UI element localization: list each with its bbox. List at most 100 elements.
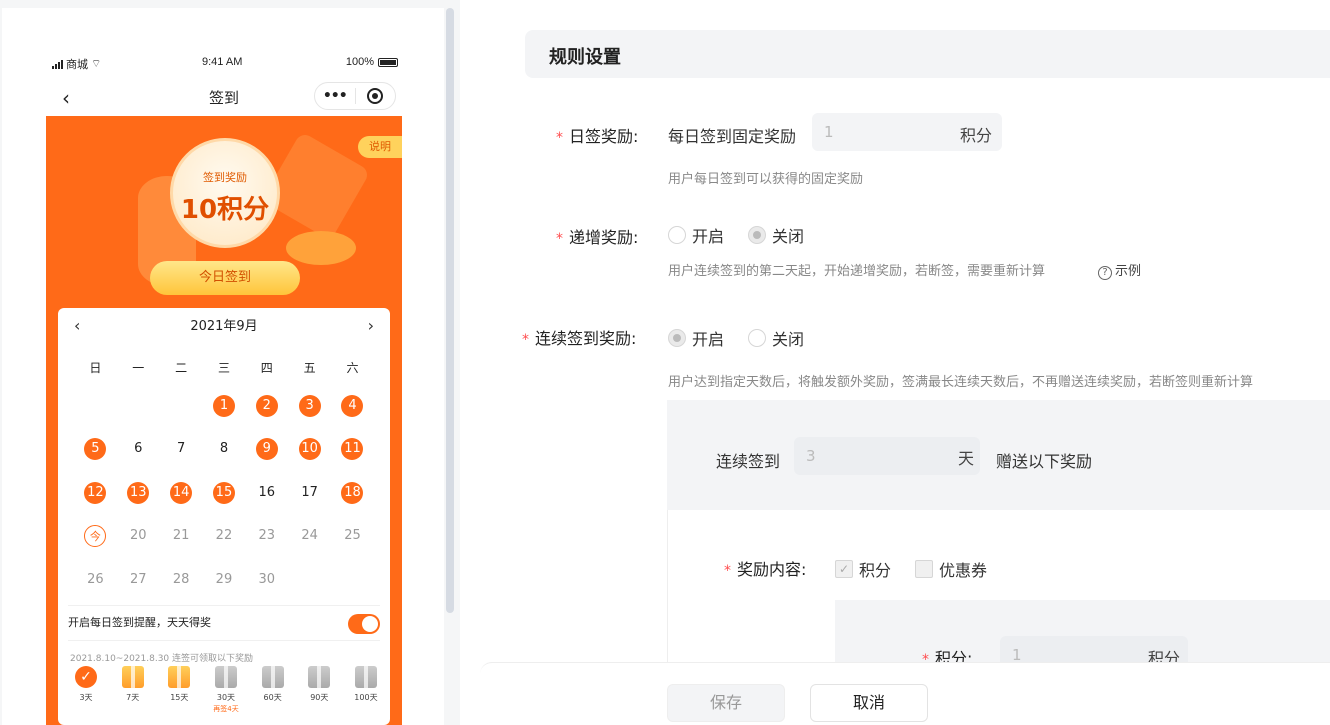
- reminder-toggle[interactable]: [348, 614, 380, 634]
- calendar-day[interactable]: 14: [160, 481, 203, 504]
- wifi-icon: ⌔: [91, 58, 102, 70]
- calendar-day[interactable]: 12: [74, 481, 117, 504]
- day-number: 28: [172, 571, 190, 587]
- streak-days-input[interactable]: 3: [794, 437, 980, 475]
- checkbox-label: 积分: [859, 561, 892, 580]
- reward-value: 10积分: [180, 195, 270, 225]
- streak-gift: 15天: [161, 666, 197, 703]
- calendar-day[interactable]: 7: [160, 438, 203, 460]
- calendar-day[interactable]: 26: [74, 569, 117, 591]
- next-month-icon[interactable]: ›: [368, 316, 374, 335]
- streak-gift: 60天: [255, 666, 291, 703]
- reward-label: 签到奖励: [203, 171, 247, 184]
- example-link-text: 示例: [1115, 264, 1142, 279]
- close-mini-program-button[interactable]: [355, 88, 395, 104]
- calendar-day[interactable]: 18: [331, 481, 374, 504]
- gift-remaining-hint: 再签4天: [213, 705, 239, 713]
- calendar-day[interactable]: 25: [331, 525, 374, 547]
- daily-reward-label: * 日签奖励:: [556, 123, 638, 147]
- calendar-day[interactable]: 6: [117, 438, 160, 460]
- example-link[interactable]: ? 示例: [1098, 260, 1141, 280]
- calendar-week-row: 5 6 7 8 9 10 11: [74, 428, 374, 472]
- calendar-day[interactable]: 4: [331, 394, 374, 417]
- calendar-day[interactable]: 20: [117, 525, 160, 547]
- points-checkbox[interactable]: ✓ 积分: [835, 557, 891, 581]
- gift-icon: [261, 666, 284, 688]
- consecutive-reward-label-text: 连续签到奖励:: [535, 329, 637, 348]
- weekday-label: 一: [132, 361, 145, 375]
- more-icon[interactable]: •••: [315, 88, 355, 104]
- day-number: 27: [129, 571, 147, 587]
- day-number: [341, 569, 363, 591]
- weekday-label: 六: [346, 361, 359, 375]
- calendar-empty-cell: [74, 395, 117, 417]
- incremental-off-radio[interactable]: 关闭: [748, 223, 804, 247]
- streak-gift: ✓ 3天: [68, 666, 104, 703]
- rules-explain-button[interactable]: 说明: [358, 136, 402, 158]
- cancel-button[interactable]: 取消: [810, 684, 928, 722]
- preview-scrollbar[interactable]: [446, 8, 454, 613]
- radio-circle: [668, 226, 686, 244]
- calendar-day[interactable]: 2: [245, 394, 288, 417]
- radio-circle: [748, 329, 766, 347]
- gift-days-label: 3天: [79, 693, 93, 702]
- calendar-day[interactable]: 23: [245, 525, 288, 547]
- day-number: 24: [301, 528, 318, 544]
- sign-in-today-button[interactable]: 今日签到: [150, 261, 300, 295]
- day-number: 1: [212, 394, 235, 417]
- calendar-day[interactable]: 1: [203, 394, 246, 417]
- gift-icon: [354, 666, 377, 688]
- calendar-day[interactable]: 27: [117, 569, 160, 591]
- streak-period-text: 2021.8.10~2021.8.30 连签可领取以下奖励: [70, 654, 254, 664]
- calendar-day[interactable]: 9: [245, 438, 288, 461]
- coin-decoration: [286, 231, 356, 265]
- calendar-day[interactable]: 28: [160, 569, 203, 591]
- mini-program-capsule: •••: [314, 82, 396, 110]
- consecutive-off-radio[interactable]: 关闭: [748, 326, 804, 350]
- checkin-banner: 说明 签到奖励 10积分 今日签到 ‹ 2021年9月 › 日 一 二 三 四 …: [46, 116, 402, 725]
- calendar-day[interactable]: 11: [331, 438, 374, 461]
- daily-reward-prefix: 每日签到固定奖励: [668, 127, 797, 146]
- consecutive-reward-label: * 连续签到奖励:: [522, 325, 636, 349]
- day-number: 20: [129, 528, 147, 544]
- gift-days-label: 90天: [310, 693, 329, 702]
- prev-month-icon[interactable]: ‹: [74, 316, 80, 335]
- day-number: 25: [344, 528, 361, 544]
- day-number: 11: [341, 438, 364, 461]
- calendar-day[interactable]: 5: [74, 438, 117, 461]
- check-icon: ✓: [835, 560, 853, 578]
- calendar-day[interactable]: 16: [245, 482, 288, 504]
- day-number: [170, 395, 192, 417]
- day-number: 7: [176, 441, 186, 457]
- calendar-empty-cell: [160, 395, 203, 417]
- day-number: 4: [341, 394, 364, 417]
- save-button[interactable]: 保存: [667, 684, 785, 722]
- day-number: 9: [255, 438, 278, 461]
- streak-gift: 100天: [348, 666, 384, 703]
- streak-days-value: 3: [806, 447, 816, 465]
- calendar-day[interactable]: 8: [203, 438, 246, 460]
- calendar-week-row: 12 13 14 15 16 17 18: [74, 471, 374, 515]
- daily-reward-hint: 用户每日签到可以获得的固定奖励: [668, 172, 864, 187]
- calendar-day[interactable]: 15: [203, 481, 246, 504]
- incremental-on-radio[interactable]: 开启: [668, 223, 724, 247]
- calendar-day[interactable]: 3: [288, 394, 331, 417]
- radio-circle: [748, 226, 766, 244]
- calendar-day[interactable]: 22: [203, 525, 246, 547]
- calendar-day[interactable]: 21: [160, 525, 203, 547]
- calendar-today[interactable]: 今: [74, 525, 117, 548]
- calendar-day[interactable]: 24: [288, 525, 331, 547]
- consecutive-on-radio[interactable]: 开启: [668, 326, 724, 350]
- calendar-day[interactable]: 10: [288, 438, 331, 461]
- gift-days-label: 30天: [216, 693, 236, 702]
- calendar-day[interactable]: 30: [245, 569, 288, 591]
- checkbox-box: [915, 560, 933, 578]
- gift-icon: [214, 666, 237, 688]
- calendar-day[interactable]: 13: [117, 481, 160, 504]
- calendar-day[interactable]: 17: [288, 482, 331, 504]
- section-title: 规则设置: [549, 47, 621, 68]
- coupon-checkbox[interactable]: 优惠券: [915, 557, 987, 581]
- incremental-reward-label: * 递增奖励:: [556, 224, 638, 248]
- calendar-day[interactable]: 29: [203, 569, 246, 591]
- daily-reward-value: 1: [824, 123, 834, 141]
